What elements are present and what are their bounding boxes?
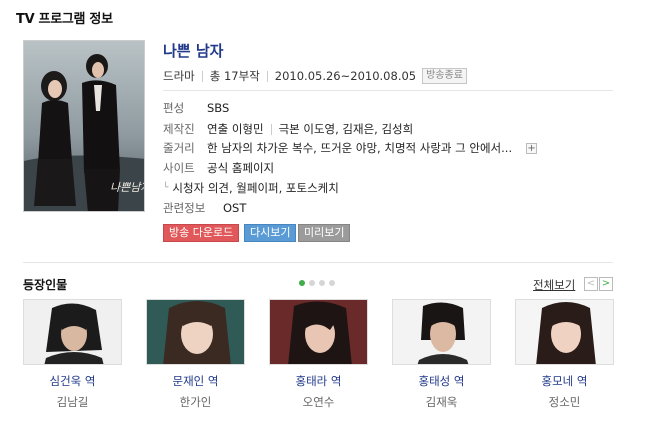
carousel-dot[interactable] xyxy=(329,280,335,286)
program-meta: 드라마 총 17부작 2010.05.26~2010.08.05 방송종료 xyxy=(163,68,467,84)
carousel-dot[interactable] xyxy=(309,280,315,286)
cast-role[interactable]: 홍태성 역 xyxy=(392,373,491,389)
cast-role[interactable]: 심건욱 역 xyxy=(23,373,122,389)
channel-row: 편성 SBS xyxy=(163,100,229,116)
cast-role[interactable]: 문재인 역 xyxy=(146,373,245,389)
section-divider xyxy=(23,262,613,263)
crew-label: 제작진 xyxy=(163,122,195,136)
channel-value: SBS xyxy=(207,101,230,115)
prev-arrow-icon[interactable]: < xyxy=(584,277,598,291)
program-poster[interactable]: 나쁜남자 xyxy=(23,40,145,212)
download-button[interactable]: 방송 다운로드 xyxy=(163,224,240,242)
official-site-link[interactable]: 공식 홈페이지 xyxy=(207,160,274,176)
carousel-dots[interactable] xyxy=(299,280,335,286)
section-title: TV 프로그램 정보 xyxy=(16,12,113,27)
cast-actor[interactable]: 오연수 xyxy=(269,394,368,410)
next-arrow-icon[interactable]: > xyxy=(599,277,613,291)
cast-photo[interactable] xyxy=(23,299,122,365)
writer: 극본 이도영, 김재은, 김성희 xyxy=(278,122,414,136)
air-period: 2010.05.26~2010.08.05 xyxy=(274,69,417,83)
cast-section-title: 등장인물 xyxy=(23,278,68,292)
view-all-link[interactable]: 전체보기 xyxy=(533,277,575,293)
program-title[interactable]: 나쁜 남자 xyxy=(163,40,223,61)
crew-row: 제작진 연출 이형민 극본 이도영, 김재은, 김성희 xyxy=(163,121,413,137)
divider xyxy=(270,123,272,135)
preview-button[interactable]: 미리보기 xyxy=(298,224,351,242)
cast-photo[interactable] xyxy=(146,299,245,365)
cast-card[interactable]: 심건욱 역 김남길 xyxy=(23,299,122,410)
site-label: 사이트 xyxy=(163,161,195,175)
status-badge: 방송종료 xyxy=(422,68,467,84)
carousel-dot-active[interactable] xyxy=(299,280,305,286)
cast-actor[interactable]: 김남길 xyxy=(23,394,122,410)
story-label: 줄거리 xyxy=(163,141,195,155)
story-text: 한 남자의 차가운 복수, 뜨거운 야망, 치명적 사랑과 그 안에서... xyxy=(207,141,513,155)
cast-actor[interactable]: 한가인 xyxy=(146,394,245,410)
cast-card[interactable]: 홍모네 역 정소민 xyxy=(515,299,614,410)
viewer-links[interactable]: 시청자 의견, 월페이퍼, 포토스케치 xyxy=(172,180,338,196)
related-row: 관련정보 OST xyxy=(163,200,246,216)
cast-actor[interactable]: 정소민 xyxy=(515,394,614,410)
site-row: 사이트 공식 홈페이지 xyxy=(163,160,274,176)
cast-photo[interactable] xyxy=(515,299,614,365)
replay-button[interactable]: 다시보기 xyxy=(244,224,297,242)
bullet-icon: └ xyxy=(163,183,169,193)
divider-line xyxy=(163,90,613,91)
poster-logo-text: 나쁜남자 xyxy=(110,181,145,194)
cast-role[interactable]: 홍태라 역 xyxy=(269,373,368,389)
director: 연출 이형민 xyxy=(207,122,264,136)
cast-card[interactable]: 홍태성 역 김재욱 xyxy=(392,299,491,410)
expand-plus-icon[interactable]: + xyxy=(526,142,538,154)
related-label: 관련정보 xyxy=(163,201,206,215)
cast-role[interactable]: 홍모네 역 xyxy=(515,373,614,389)
viewer-links-row: └ 시청자 의견, 월페이퍼, 포토스케치 xyxy=(163,180,339,196)
cast-photo[interactable] xyxy=(392,299,491,365)
genre: 드라마 xyxy=(163,69,195,83)
divider xyxy=(201,70,203,82)
cast-card[interactable]: 문재인 역 한가인 xyxy=(146,299,245,410)
carousel-dot[interactable] xyxy=(319,280,325,286)
cast-card[interactable]: 홍태라 역 오연수 xyxy=(269,299,368,410)
story-row: 줄거리 한 남자의 차가운 복수, 뜨거운 야망, 치명적 사랑과 그 안에서.… xyxy=(163,140,538,156)
divider xyxy=(266,70,268,82)
cast-actor[interactable]: 김재욱 xyxy=(392,394,491,410)
ost-link[interactable]: OST xyxy=(223,201,246,215)
channel-label: 편성 xyxy=(163,101,185,115)
cast-photo[interactable] xyxy=(269,299,368,365)
episode-count: 총 17부작 xyxy=(209,69,260,83)
